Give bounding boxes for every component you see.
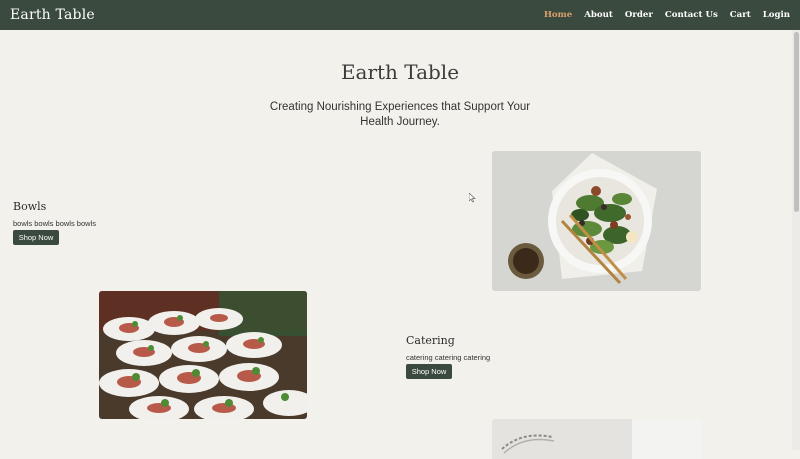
nav-link-about[interactable]: About [584, 10, 613, 20]
nav-link-contact-us[interactable]: Contact Us [665, 10, 718, 20]
top-navbar: Earth Table Home About Order Contact Us … [0, 0, 800, 30]
nav-link-home[interactable]: Home [544, 10, 572, 20]
hero-subtitle: Creating Nourishing Experiences that Sup… [269, 101, 531, 128]
catering-description: catering catering catering [406, 353, 491, 362]
mouse-cursor-icon [469, 193, 476, 203]
next-section-photo [492, 419, 701, 459]
bowls-shop-now-button[interactable]: Shop Now [13, 230, 59, 245]
brand-logo-text[interactable]: Earth Table [10, 7, 95, 23]
catering-shop-now-button[interactable]: Shop Now [406, 364, 452, 379]
nav-link-cart[interactable]: Cart [730, 10, 751, 20]
hero-title: Earth Table [340, 60, 460, 84]
nav-links: Home About Order Contact Us Cart Login [532, 10, 790, 20]
nav-link-order[interactable]: Order [625, 10, 653, 20]
bowls-title: Bowls [13, 200, 47, 213]
bowls-description: bowls bowls bowls bowls [13, 219, 96, 228]
salad-bowl-photo [492, 151, 701, 291]
catering-plates-photo [99, 291, 307, 419]
nav-link-login[interactable]: Login [763, 10, 790, 20]
catering-title: Catering [406, 334, 455, 347]
scrollbar-thumb[interactable] [794, 32, 799, 212]
